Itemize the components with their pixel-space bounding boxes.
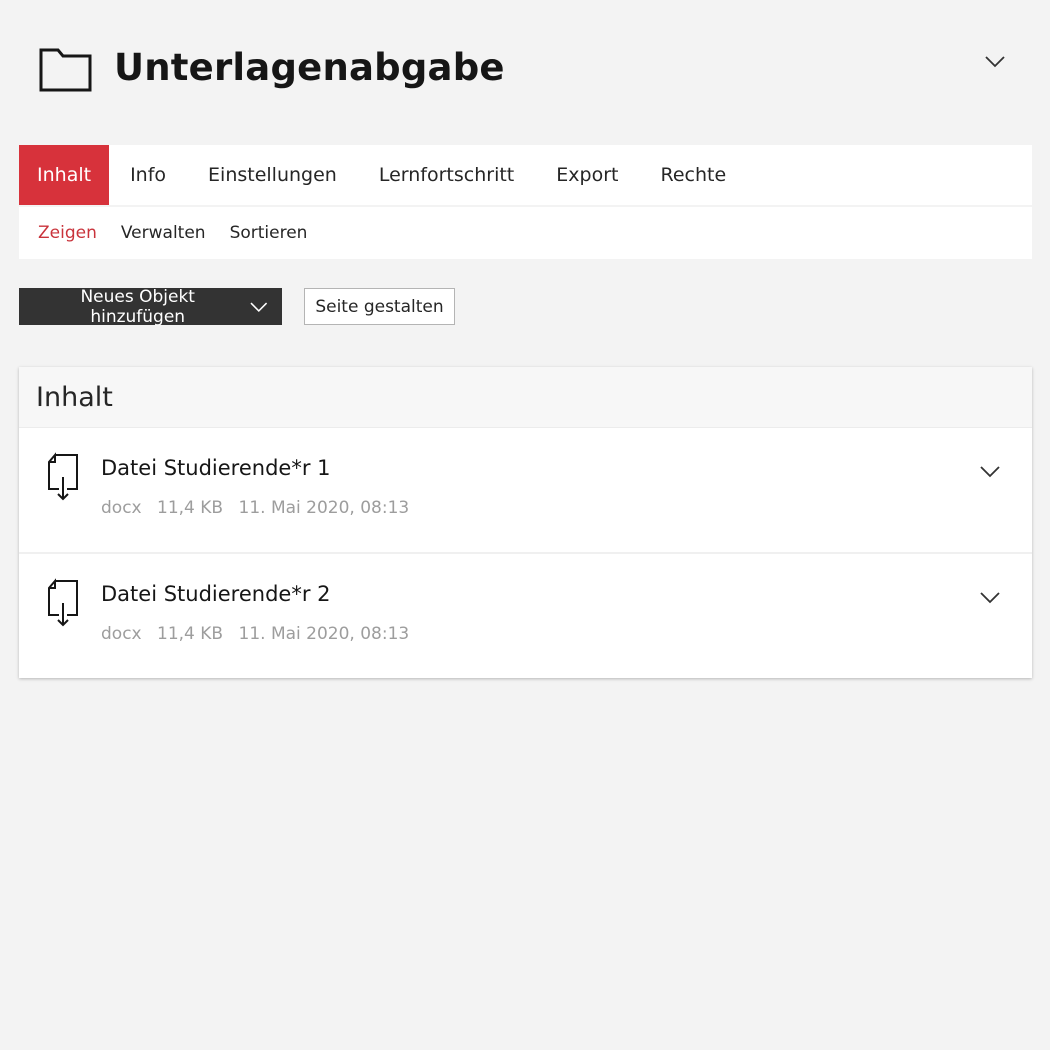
page-header: Unterlagenabgabe <box>0 0 1050 140</box>
main-tabs: Inhalt Info Einstellungen Lernfortschrit… <box>19 145 1032 205</box>
file-download-icon <box>48 578 78 627</box>
folder-icon <box>39 48 92 92</box>
list-item: Datei Studierende*r 2 docx 11,4 KB 11. M… <box>19 554 1032 678</box>
file-type: docx <box>101 624 142 644</box>
chevron-down-icon[interactable] <box>979 588 1001 606</box>
tab-inhalt[interactable]: Inhalt <box>19 145 110 205</box>
file-size: 11,4 KB <box>157 498 224 518</box>
add-object-label: Neues Objekt hinzufügen <box>80 286 195 327</box>
subtab-sortieren[interactable]: Sortieren <box>218 223 320 243</box>
list-item: Datei Studierende*r 1 docx 11,4 KB 11. M… <box>19 428 1032 554</box>
tab-rechte[interactable]: Rechte <box>639 145 747 205</box>
item-properties: docx 11,4 KB 11. Mai 2020, 08:13 <box>101 498 419 518</box>
item-title[interactable]: Datei Studierende*r 2 <box>101 582 330 606</box>
subtab-verwalten[interactable]: Verwalten <box>109 223 218 243</box>
page-title: Unterlagenabgabe <box>114 46 505 89</box>
item-title[interactable]: Datei Studierende*r 1 <box>101 456 330 480</box>
add-object-button[interactable]: Neues Objekt hinzufügen <box>19 286 282 327</box>
panel-title: Inhalt <box>36 382 113 413</box>
sub-tabs: Zeigen Verwalten Sortieren <box>19 207 1032 259</box>
file-date: 11. Mai 2020, 08:13 <box>238 498 410 518</box>
file-type: docx <box>101 498 142 518</box>
design-page-button[interactable]: Seite gestalten <box>304 288 455 325</box>
subtab-zeigen[interactable]: Zeigen <box>19 223 109 243</box>
tab-einstellungen[interactable]: Einstellungen <box>187 145 358 205</box>
content-panel: Inhalt Datei Studierende*r 1 docx 11,4 K… <box>19 367 1032 678</box>
chevron-down-icon[interactable] <box>983 52 1007 72</box>
chevron-down-icon <box>250 302 268 312</box>
tab-lernfortschritt[interactable]: Lernfortschritt <box>358 145 535 205</box>
panel-header: Inhalt <box>19 367 1032 428</box>
tab-info[interactable]: Info <box>109 145 187 205</box>
file-size: 11,4 KB <box>157 624 224 644</box>
file-download-icon <box>48 452 78 501</box>
chevron-down-icon[interactable] <box>979 462 1001 480</box>
file-date: 11. Mai 2020, 08:13 <box>238 624 410 644</box>
tab-export[interactable]: Export <box>535 145 639 205</box>
item-properties: docx 11,4 KB 11. Mai 2020, 08:13 <box>101 624 419 644</box>
